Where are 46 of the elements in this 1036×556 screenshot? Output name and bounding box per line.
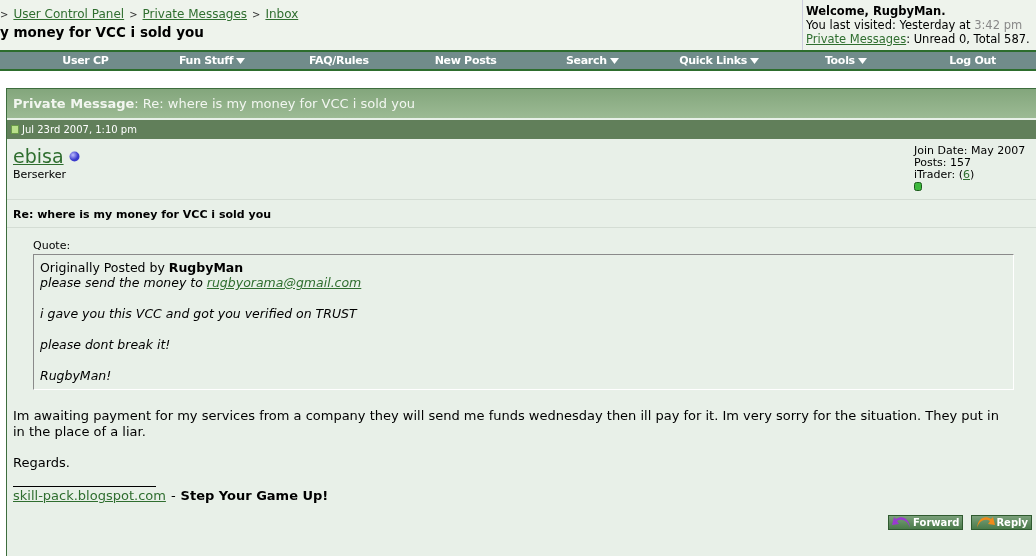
message-text: Im awaiting payment for my services from a company they will send me funds wednesday then ill pay for it. Im very sorry for the situation. They put in in the place of a liar. (13, 408, 1000, 440)
breadcrumb-link[interactable]: Inbox (265, 7, 299, 21)
post-date: Jul 23rd 2007, 1:10 pm (22, 124, 137, 135)
signature-slogan: Step Your Game Up! (180, 488, 329, 503)
message-subject: Re: where is my money for VCC i sold you (7, 200, 1036, 228)
itrader-link[interactable]: 6 (963, 168, 970, 181)
username-link[interactable]: ebisa (13, 145, 64, 167)
curved-arrow-icon (975, 516, 996, 529)
signature-link[interactable]: skill-pack.blogspot.com (13, 488, 166, 503)
nav-link[interactable]: Search (565, 54, 619, 67)
nav-link[interactable]: Tools (824, 54, 867, 67)
quote-text: RugbyMan! (40, 368, 112, 383)
user-rank: Berserker (13, 168, 68, 181)
last-visited-text: You last visited: Yesterday at (806, 18, 972, 32)
last-visited-time: 3:42 pm (974, 18, 1023, 32)
breadcrumb-separator: > (129, 9, 138, 20)
itrader-paren: ) (970, 168, 975, 181)
reply-button[interactable]: Reply (971, 515, 1032, 530)
quote-attribution: Originally Posted by RugbyMan (40, 260, 245, 275)
breadcrumb-separator: > (0, 9, 9, 20)
quote-text: i gave you this VCC and got you verified on TRUST (40, 306, 357, 321)
nav-link[interactable]: New Posts (434, 54, 497, 67)
email-link[interactable]: rugbyorama@gmail.com (206, 275, 362, 290)
breadcrumb-link[interactable]: User Control Panel (13, 7, 125, 21)
nav-link[interactable]: FAQ/Rules (309, 54, 369, 67)
message-counts: : Unread 0, Total 587. (906, 32, 1030, 46)
quote-label: Quote: (33, 239, 72, 252)
join-date: Join Date: May 2007 (914, 145, 1027, 157)
quote-text: please dont break it! (40, 337, 171, 352)
nav-link[interactable]: Quick Links (679, 54, 759, 67)
forward-button[interactable]: Forward (888, 515, 964, 530)
breadcrumb-link[interactable]: Private Messages (142, 7, 247, 21)
message-text: Regards. (13, 455, 71, 471)
post-icon (11, 125, 19, 134)
itrader-label: iTrader: ( (914, 168, 963, 181)
signature-separator: - (170, 488, 176, 503)
nav-link[interactable]: Log Out (949, 54, 996, 67)
nav-link[interactable]: Fun Stuff (178, 54, 246, 67)
page-title: y money for VCC i sold you (0, 24, 205, 40)
post-count: Posts: 157 (914, 157, 972, 169)
panel-header: Private Message: Re: where is my money for VCC i sold you (7, 89, 1036, 120)
breadcrumb-separator: > (252, 9, 261, 20)
nav-link[interactable]: User CP (62, 54, 109, 67)
welcome-text: Welcome, RugbyMan. (806, 4, 947, 18)
back-arrow-icon (892, 516, 913, 529)
quote-text: please send the money to (40, 275, 203, 290)
